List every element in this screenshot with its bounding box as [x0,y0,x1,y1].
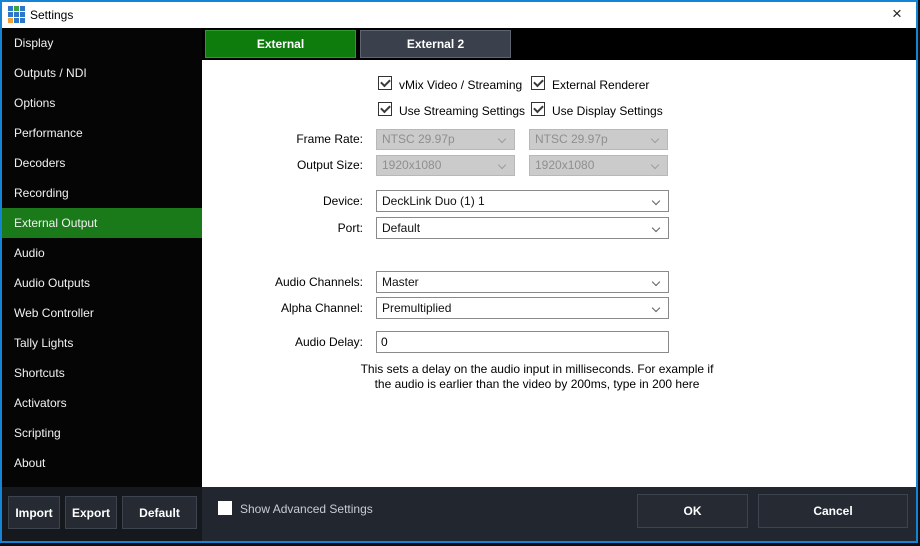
titlebar: Settings × [2,2,916,28]
frame-rate-select-1[interactable]: NTSC 29.97p [376,129,515,150]
vmix-video-streaming-checkbox[interactable] [378,76,392,90]
audio-channels-select[interactable]: Master [376,271,669,293]
sidebar-item-recording[interactable]: Recording [2,178,202,208]
chevron-down-icon [651,161,659,169]
external-output-form: vMix Video / Streaming External Renderer… [202,60,916,487]
chevron-down-icon [498,135,506,143]
output-size-value-1: 1920x1080 [382,158,441,172]
sidebar-item-about[interactable]: About [2,448,202,478]
alpha-channel-select[interactable]: Premultiplied [376,297,669,319]
vmix-video-streaming-label: vMix Video / Streaming [399,78,522,92]
frame-rate-value-2: NTSC 29.97p [535,132,608,146]
use-display-settings-checkbox[interactable] [531,102,545,116]
port-select[interactable]: Default [376,217,669,239]
sidebar-item-activators[interactable]: Activators [2,388,202,418]
ok-button[interactable]: OK [637,494,748,528]
footer-bar: Show Advanced Settings OK Cancel [202,487,916,541]
sidebar-item-shortcuts[interactable]: Shortcuts [2,358,202,388]
audio-channels-value: Master [382,275,419,289]
chevron-down-icon [651,135,659,143]
audio-channels-label: Audio Channels: [202,275,363,289]
device-select[interactable]: DeckLink Duo (1) 1 [376,190,669,212]
use-display-settings-label: Use Display Settings [552,104,663,118]
cancel-button[interactable]: Cancel [758,494,908,528]
chevron-down-icon [652,278,660,286]
chevron-down-icon [498,161,506,169]
port-label: Port: [202,221,363,235]
use-streaming-settings-checkbox[interactable] [378,102,392,116]
output-size-select-1[interactable]: 1920x1080 [376,155,515,176]
external-renderer-checkbox[interactable] [531,76,545,90]
output-size-value-2: 1920x1080 [535,158,594,172]
device-label: Device: [202,194,363,208]
output-size-select-2[interactable]: 1920x1080 [529,155,668,176]
sidebar-item-web-controller[interactable]: Web Controller [2,298,202,328]
sidebar-item-options[interactable]: Options [2,88,202,118]
sidebar-footer: Import Export Default [2,487,202,541]
settings-window: Settings × Display Outputs / NDI Options… [0,0,918,543]
alpha-channel-value: Premultiplied [382,301,451,315]
window-title: Settings [30,8,73,22]
sidebar: Display Outputs / NDI Options Performanc… [2,28,202,541]
sidebar-item-scripting[interactable]: Scripting [2,418,202,448]
tab-external[interactable]: External [205,30,356,58]
external-renderer-label: External Renderer [552,78,649,92]
main-panel: External External 2 vMix Video / Streami… [202,28,916,541]
audio-delay-label: Audio Delay: [202,335,363,349]
chevron-down-icon [652,224,660,232]
close-icon[interactable]: × [882,2,912,28]
sidebar-item-audio-outputs[interactable]: Audio Outputs [2,268,202,298]
import-button[interactable]: Import [8,496,60,529]
sidebar-item-decoders[interactable]: Decoders [2,148,202,178]
export-button[interactable]: Export [65,496,117,529]
tab-external-2[interactable]: External 2 [360,30,511,58]
frame-rate-select-2[interactable]: NTSC 29.97p [529,129,668,150]
frame-rate-value-1: NTSC 29.97p [382,132,455,146]
frame-rate-label: Frame Rate: [202,132,363,146]
audio-delay-help-text: This sets a delay on the audio input in … [352,362,722,392]
port-value: Default [382,221,420,235]
show-advanced-settings-label: Show Advanced Settings [240,502,373,516]
alpha-channel-label: Alpha Channel: [202,301,363,315]
sidebar-item-performance[interactable]: Performance [2,118,202,148]
output-size-label: Output Size: [202,158,363,172]
chevron-down-icon [652,197,660,205]
vmix-logo-icon [8,6,25,23]
sidebar-item-external-output[interactable]: External Output [2,208,202,238]
sidebar-item-tally-lights[interactable]: Tally Lights [2,328,202,358]
show-advanced-settings-checkbox[interactable] [218,501,232,515]
chevron-down-icon [652,304,660,312]
sidebar-item-display[interactable]: Display [2,28,202,58]
sidebar-item-audio[interactable]: Audio [2,238,202,268]
device-value: DeckLink Duo (1) 1 [382,194,485,208]
audio-delay-input[interactable] [376,331,669,353]
sidebar-item-outputs-ndi[interactable]: Outputs / NDI [2,58,202,88]
use-streaming-settings-label: Use Streaming Settings [399,104,525,118]
default-button[interactable]: Default [122,496,197,529]
